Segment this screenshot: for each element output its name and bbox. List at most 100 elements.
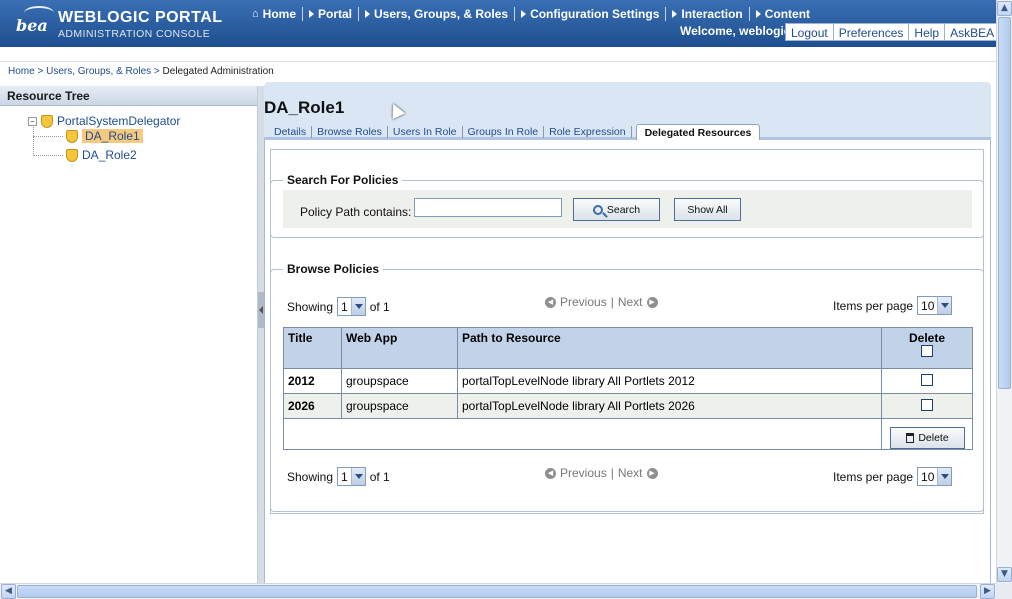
search-button[interactable]: Search	[573, 198, 660, 221]
tree-node-da-role1[interactable]: DA_Role1	[66, 129, 143, 143]
tab-details[interactable]: Details	[274, 126, 313, 138]
items-per-page-top: Items per page 10	[833, 296, 953, 315]
scroll-right-icon[interactable]: ▶	[980, 584, 995, 599]
breadcrumb-separator: >	[37, 66, 44, 77]
arrow-right-icon	[672, 10, 678, 18]
cell-delete	[881, 368, 973, 394]
scroll-up-icon[interactable]: ▲	[997, 1, 1012, 16]
footer-spacer	[283, 418, 882, 450]
trash-icon	[906, 433, 915, 443]
items-per-page-select[interactable]: 10	[917, 467, 953, 486]
tree-node-da-role2[interactable]: DA_Role2	[66, 148, 137, 162]
column-delete-label: Delete	[908, 331, 946, 345]
showing-label: Showing	[287, 469, 334, 484]
show-all-button[interactable]: Show All	[674, 198, 741, 221]
logout-link[interactable]: Logout	[786, 24, 834, 40]
shield-icon	[66, 129, 78, 143]
policy-path-input[interactable]	[414, 198, 562, 217]
help-link[interactable]: Help	[909, 24, 946, 40]
delete-button[interactable]: Delete	[890, 427, 965, 449]
page-select[interactable]: 1	[337, 467, 366, 486]
items-per-page-value: 10	[921, 298, 935, 313]
tab-role-expression[interactable]: Role Expression	[544, 126, 632, 138]
preferences-link[interactable]: Preferences	[834, 24, 910, 40]
cell-title[interactable]: 2012	[283, 368, 342, 394]
tree-node-label[interactable]: DA_Role1	[82, 129, 143, 143]
scroll-down-icon[interactable]: ▼	[997, 567, 1012, 582]
items-per-page-value: 10	[921, 469, 935, 484]
app-header: bea WEBLOGIC PORTAL ADMINISTRATION CONSO…	[0, 0, 1001, 47]
delete-checkbox[interactable]	[921, 373, 933, 386]
pager-top: Showing 1 of 1	[287, 297, 390, 316]
nav-label: Configuration Settings	[530, 7, 660, 21]
column-path-to-resource: Path to Resource	[457, 327, 882, 369]
role-tabs: Details Browse Roles Users In Role Group…	[274, 124, 761, 140]
tab-browse-roles[interactable]: Browse Roles	[312, 126, 388, 138]
tree-node-root[interactable]: − PortalSystemDelegator	[28, 114, 180, 128]
tree-node-label[interactable]: DA_Role2	[82, 148, 137, 162]
app-subtitle: ADMINISTRATION CONSOLE	[58, 28, 211, 40]
breadcrumb: Home > Users, Groups, & Roles > Delegate…	[0, 61, 996, 81]
table-footer-row	[283, 418, 973, 450]
pager-divider: |	[610, 466, 614, 480]
scroll-left-icon[interactable]: ◀	[1, 584, 16, 599]
items-per-page-label: Items per page	[833, 469, 914, 484]
tree-node-label[interactable]: PortalSystemDelegator	[57, 114, 180, 128]
horizontal-scroll-thumb[interactable]	[17, 585, 977, 598]
tab-users-in-role[interactable]: Users In Role	[388, 126, 463, 138]
prev-next-bottom: ◀ Previous | Next ▶	[545, 466, 658, 480]
search-button-label: Search	[606, 203, 641, 216]
column-delete: Delete	[881, 327, 973, 369]
page-select-value: 1	[341, 299, 348, 314]
page-count-label: of 1	[369, 469, 390, 484]
previous-icon: ◀	[545, 296, 556, 308]
browse-policies-legend: Browse Policies	[287, 262, 380, 276]
next-icon: ▶	[646, 296, 658, 308]
items-per-page-select[interactable]: 10	[917, 296, 953, 315]
prev-next-top: ◀ Previous | Next ▶	[545, 295, 658, 309]
tab-delegated-resources[interactable]: Delegated Resources	[635, 124, 761, 140]
page-count-label: of 1	[369, 299, 390, 314]
chevron-down-icon	[937, 297, 952, 314]
vertical-scroll-thumb[interactable]	[998, 17, 1011, 389]
arrow-right-icon	[755, 10, 761, 18]
nav-users-groups-roles[interactable]: Users, Groups, & Roles	[359, 7, 516, 21]
pager-divider: |	[610, 295, 614, 309]
cell-path: portalTopLevelNode library All Portlets …	[457, 393, 882, 419]
nav-portal[interactable]: Portal	[303, 7, 360, 21]
previous-link[interactable]: Previous	[560, 466, 607, 480]
next-icon: ▶	[646, 467, 658, 479]
select-all-checkbox[interactable]	[921, 345, 933, 357]
delete-checkbox[interactable]	[921, 398, 933, 411]
cell-title[interactable]: 2026	[283, 393, 342, 419]
nav-home[interactable]: ⌂ Home	[252, 7, 303, 21]
user-links: Logout Preferences Help AskBEA	[785, 23, 1001, 41]
next-link[interactable]: Next	[618, 466, 643, 480]
breadcrumb-home[interactable]: Home	[8, 66, 35, 77]
shield-icon	[41, 114, 53, 128]
previous-link[interactable]: Previous	[560, 295, 607, 309]
resource-tree-title: Resource Tree	[0, 86, 257, 106]
arrow-right-icon	[521, 10, 527, 18]
column-web-app: Web App	[341, 327, 458, 369]
breadcrumb-users-groups-roles[interactable]: Users, Groups, & Roles	[46, 66, 151, 77]
table-row: 2026 groupspace portalTopLevelNode libra…	[283, 393, 973, 419]
page-select[interactable]: 1	[337, 297, 366, 316]
nav-label: Interaction	[681, 7, 743, 21]
cell-web-app: groupspace	[341, 368, 458, 394]
collapse-icon[interactable]: −	[28, 116, 37, 126]
tree-connector	[33, 127, 34, 156]
askbea-link[interactable]: AskBEA	[945, 24, 999, 40]
items-per-page-label: Items per page	[833, 298, 914, 313]
nav-interaction[interactable]: Interaction	[666, 7, 750, 21]
nav-content[interactable]: Content	[750, 7, 816, 21]
nav-configuration-settings[interactable]: Configuration Settings	[515, 7, 667, 21]
search-icon	[592, 204, 603, 215]
next-link[interactable]: Next	[618, 295, 643, 309]
page-select-value: 1	[341, 469, 348, 484]
items-per-page-bottom: Items per page 10	[833, 467, 953, 486]
nav-label: Portal	[318, 7, 353, 21]
tab-groups-in-role[interactable]: Groups In Role	[463, 126, 545, 138]
policies-table: Title Web App Path to Resource Delete 20…	[283, 327, 973, 450]
cell-path: portalTopLevelNode library All Portlets …	[457, 368, 882, 394]
